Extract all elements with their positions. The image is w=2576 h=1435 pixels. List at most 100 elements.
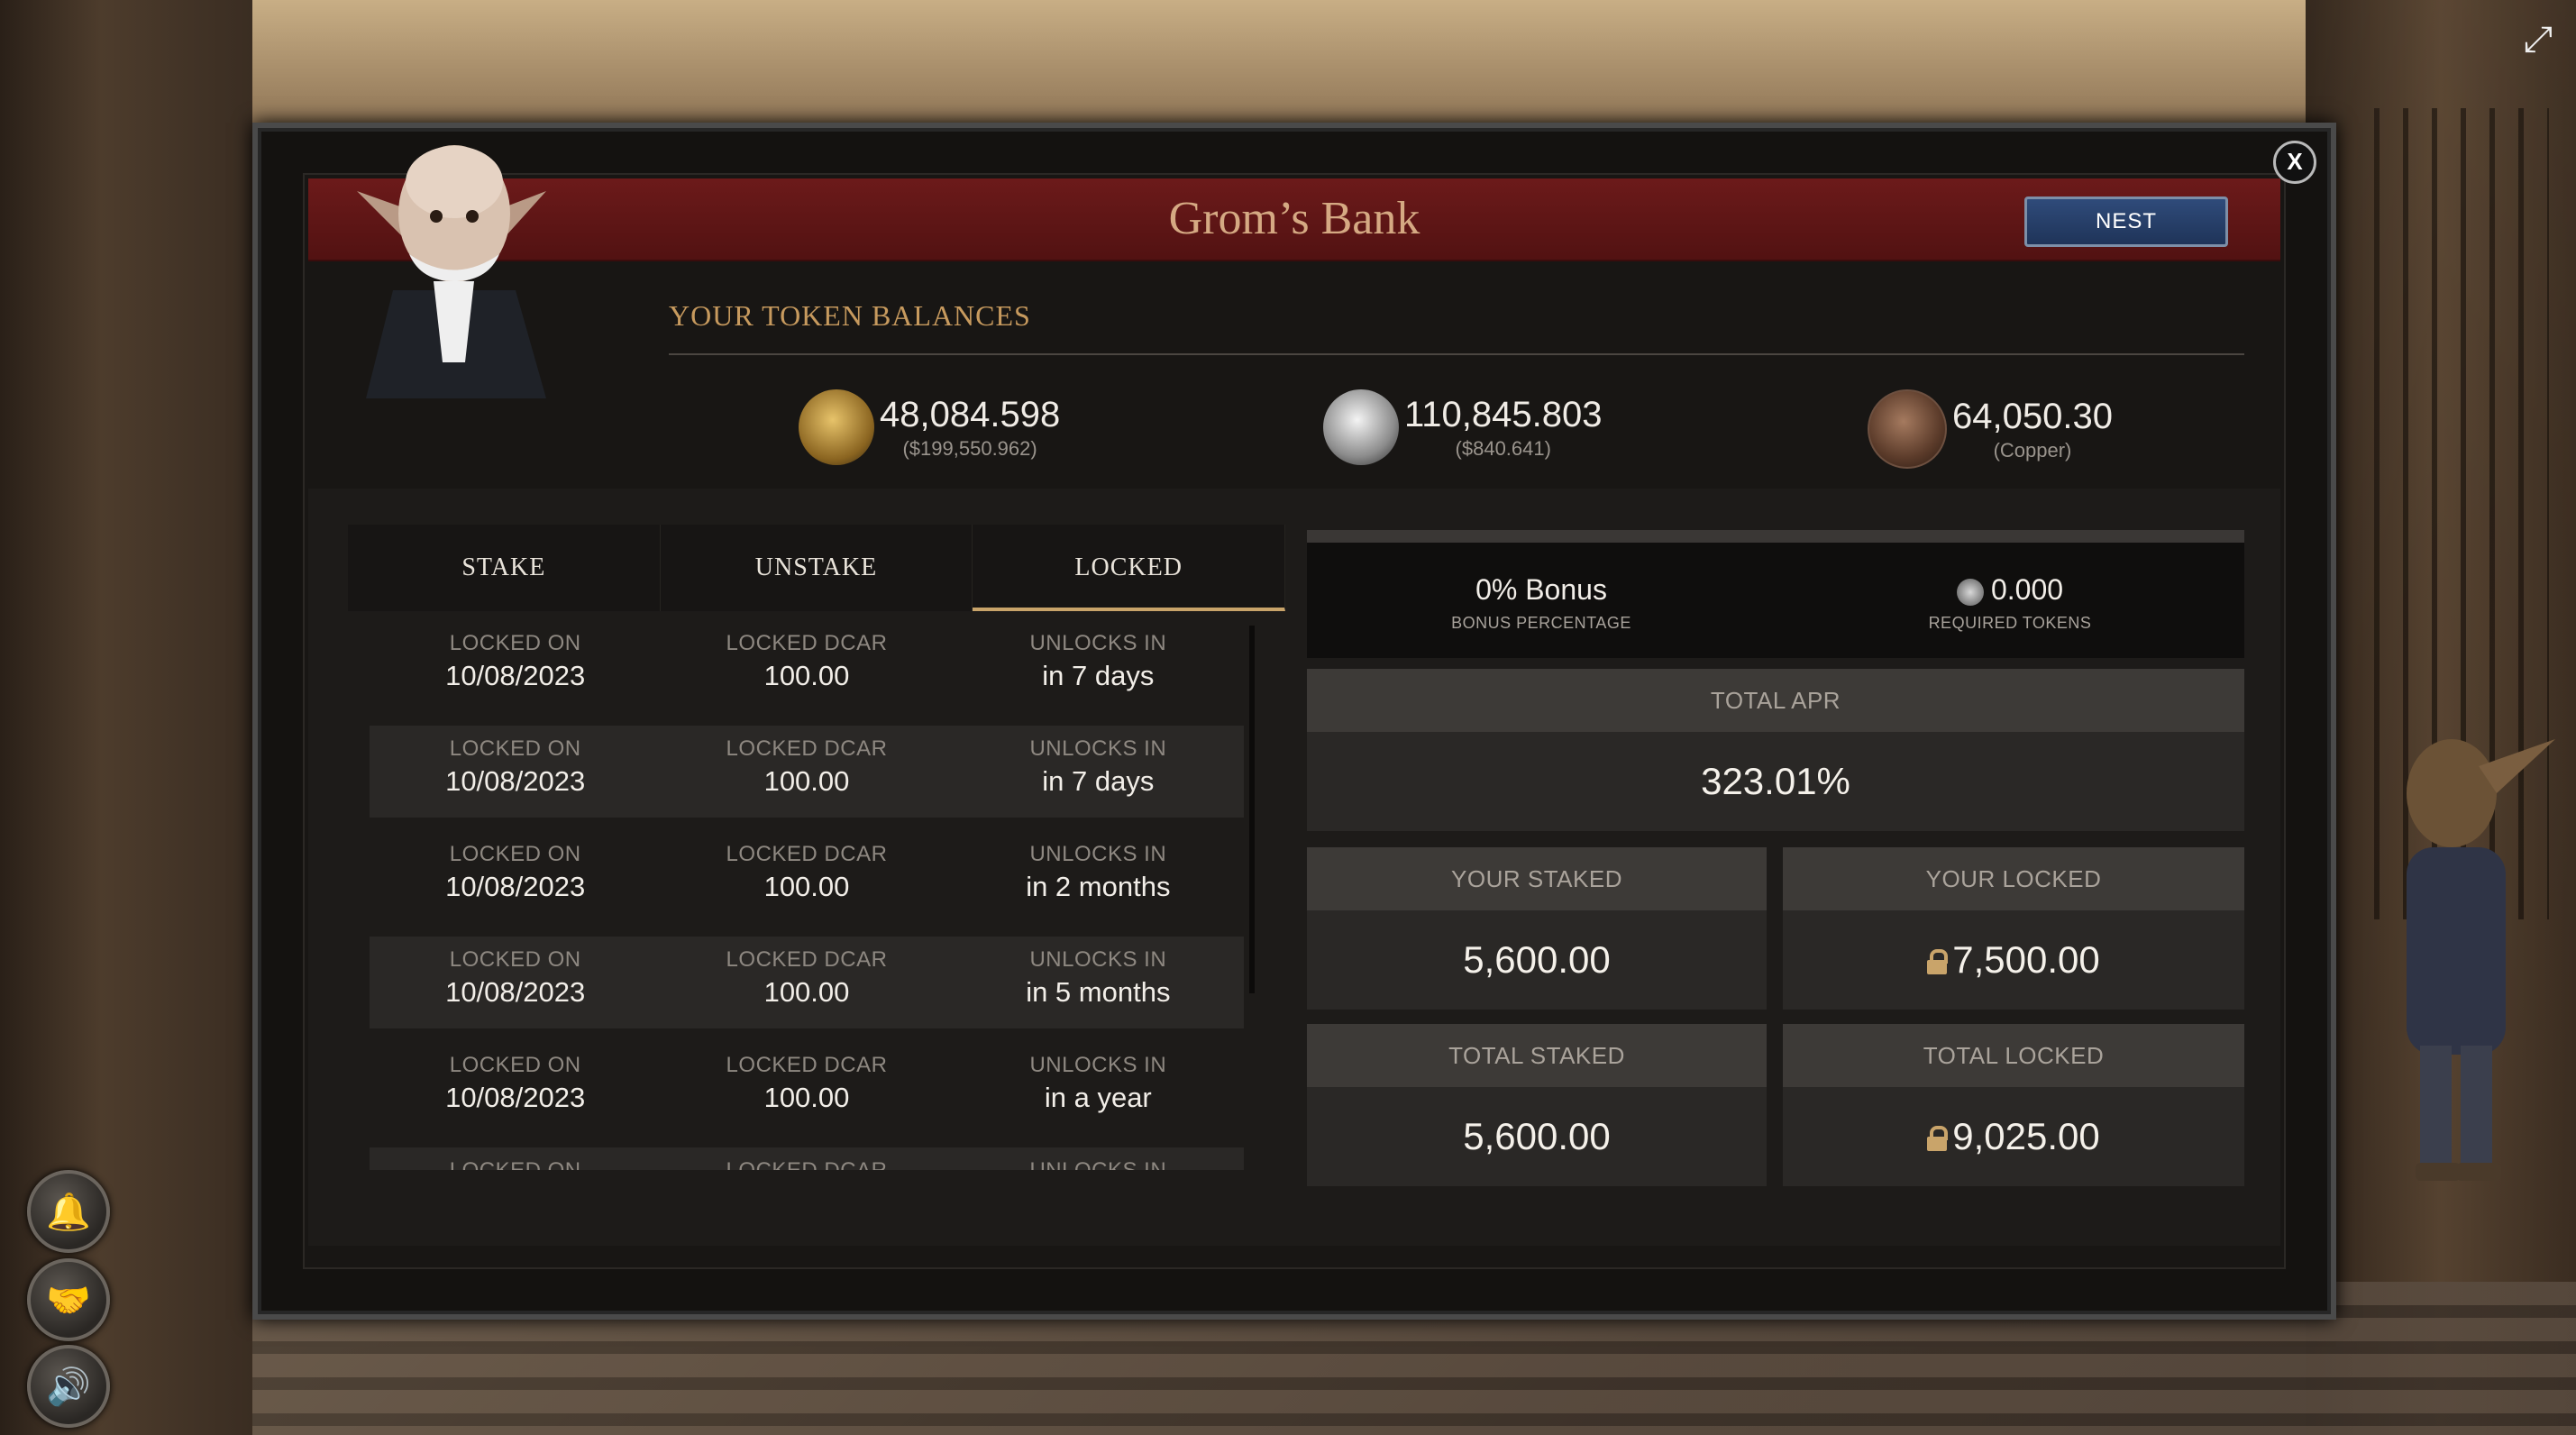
silver-dragon-token-icon: [1323, 389, 1399, 465]
locked-row: LOCKED ON 10/08/2023 LOCKED DCAR 100.00 UN…: [370, 726, 1244, 818]
speaker-icon: 🔊: [46, 1366, 91, 1407]
token-amount: 64,050.30: [1952, 396, 2113, 436]
locked-dcar-label: LOCKED DCAR: [726, 842, 888, 866]
divider: [669, 353, 2244, 355]
tab-locked[interactable]: LOCKED: [973, 525, 1286, 611]
nest-button[interactable]: NEST: [2024, 197, 2228, 247]
your-staked-label: YOUR STAKED: [1307, 847, 1767, 910]
locked-dcar-amount: 100.00: [763, 976, 850, 1008]
locked-dcar-amount: 100.00: [763, 1082, 850, 1113]
locked-list-scrollbar[interactable]: [1249, 626, 1255, 993]
sound-toggle-button[interactable]: 🔊: [27, 1345, 110, 1428]
copper-coin-icon: [1868, 389, 1947, 469]
handshake-icon: 🤝: [46, 1280, 91, 1321]
locked-on-label: LOCKED ON: [449, 631, 581, 655]
unlocks-in-value: in 7 days: [1042, 765, 1155, 797]
locked-dcar-label: LOCKED DCAR: [661, 1158, 952, 1170]
bonus-percentage-value: 0% Bonus: [1475, 573, 1607, 606]
locked-dcar-cell: LOCKED DCAR 100.00: [661, 620, 952, 712]
locked-dcar-label: LOCKED DCAR: [726, 947, 888, 972]
your-staked-card: YOUR STAKED 5,600.00: [1307, 847, 1767, 1010]
locked-on-label: LOCKED ON: [449, 1053, 581, 1077]
total-locked-card: TOTAL LOCKED 9,025.00: [1783, 1024, 2244, 1186]
locked-dcar-cell: LOCKED DCAR 100.00: [661, 937, 952, 1028]
locked-on-cell: LOCKED ON 10/08/2023: [370, 1042, 661, 1134]
window-title: Grom’s Bank: [1168, 193, 1420, 244]
unlocks-in-cell: UNLOCKS IN in 7 days: [953, 620, 1244, 712]
locked-on-label: LOCKED ON: [370, 1158, 661, 1170]
handshake-button[interactable]: 🤝: [27, 1258, 110, 1341]
locked-row: LOCKED ON LOCKED DCAR UNLOCKS IN: [370, 1147, 1244, 1170]
locked-on-label: LOCKED ON: [449, 842, 581, 866]
unlocks-in-cell: UNLOCKS IN in 7 days: [953, 726, 1244, 818]
total-locked-value: 9,025.00: [1952, 1115, 2100, 1157]
unlocks-in-label: UNLOCKS IN: [953, 1158, 1244, 1170]
unlocks-in-value: in 5 months: [1026, 976, 1171, 1008]
unlocks-in-label: UNLOCKS IN: [1029, 631, 1167, 655]
total-apr-label: TOTAL APR: [1307, 669, 2244, 732]
tab-stake[interactable]: STAKE: [348, 525, 661, 611]
locked-dcar-cell: LOCKED DCAR: [661, 1147, 952, 1170]
unlocks-in-value: in a year: [1044, 1082, 1152, 1113]
locked-on-label: LOCKED ON: [449, 736, 581, 761]
fullscreen-expand-icon[interactable]: ⤢: [2518, 20, 2558, 59]
total-apr-value: 323.01%: [1701, 760, 1850, 802]
unlocks-in-value: in 7 days: [1042, 660, 1155, 691]
locked-on-cell: LOCKED ON 10/08/2023: [370, 831, 661, 923]
token-balances-heading: YOUR TOKEN BALANCES: [669, 299, 1031, 332]
your-locked-value: 7,500.00: [1952, 938, 2100, 981]
token-usd-value: (Copper): [1993, 438, 2072, 462]
your-locked-card: YOUR LOCKED 7,500.00: [1783, 847, 2244, 1010]
locked-row: LOCKED ON 10/08/2023 LOCKED DCAR 100.00 UN…: [370, 937, 1244, 1028]
total-staked-label: TOTAL STAKED: [1307, 1024, 1767, 1087]
lock-icon: [1927, 949, 1949, 974]
silver-dragon-token-icon: [1956, 578, 1984, 606]
locked-dcar-amount: 100.00: [763, 871, 850, 902]
goblin-banker-figure: [2407, 739, 2555, 1181]
token-amount: 110,845.803: [1404, 394, 1603, 434]
required-tokens-label: REQUIRED TOKENS: [1928, 614, 2092, 632]
locked-dcar-amount: 100.00: [763, 765, 850, 797]
close-button[interactable]: X: [2273, 141, 2316, 184]
locked-dcar-cell: LOCKED DCAR 100.00: [661, 726, 952, 818]
locked-on-cell: LOCKED ON 10/08/2023: [370, 937, 661, 1028]
unlocks-in-cell: UNLOCKS IN in 2 months: [953, 831, 1244, 923]
unlocks-in-value: in 2 months: [1026, 871, 1171, 902]
locked-on-cell: LOCKED ON: [370, 1147, 661, 1170]
locked-on-cell: LOCKED ON 10/08/2023: [370, 726, 661, 818]
notifications-bell-button[interactable]: 🔔: [27, 1170, 110, 1253]
locked-row: LOCKED ON 10/08/2023 LOCKED DCAR 100.00 UN…: [370, 620, 1244, 712]
unlocks-in-label: UNLOCKS IN: [1029, 842, 1167, 866]
unlocks-in-cell: UNLOCKS IN in 5 months: [953, 937, 1244, 1028]
locked-on-cell: LOCKED ON 10/08/2023: [370, 620, 661, 712]
unlocks-in-cell: UNLOCKS IN: [953, 1147, 1244, 1170]
grom-portrait: [357, 145, 546, 398]
token-balance-dcar: 48,084.598 ($199,550.962): [799, 389, 1060, 465]
locked-on-date: 10/08/2023: [445, 871, 586, 902]
token-balance-silver: 110,845.803 ($840.641): [1323, 389, 1602, 465]
background-railing: [2306, 0, 2576, 1435]
token-amount: 48,084.598: [880, 394, 1061, 434]
total-staked-card: TOTAL STAKED 5,600.00: [1307, 1024, 1767, 1186]
locked-on-label: LOCKED ON: [449, 947, 581, 972]
locked-on-date: 10/08/2023: [445, 1082, 586, 1113]
token-usd-value: ($840.641): [1455, 436, 1551, 460]
locked-dcar-label: LOCKED DCAR: [726, 631, 888, 655]
gold-dragon-token-icon: [799, 389, 874, 465]
locked-row: LOCKED ON 10/08/2023 LOCKED DCAR 100.00 UN…: [370, 831, 1244, 923]
locked-dcar-cell: LOCKED DCAR 100.00: [661, 1042, 952, 1134]
required-tokens-value: 0.000: [1990, 573, 2064, 606]
locked-dcar-label: LOCKED DCAR: [726, 1053, 888, 1077]
your-locked-label: YOUR LOCKED: [1783, 847, 2244, 910]
unlocks-in-label: UNLOCKS IN: [1029, 1053, 1167, 1077]
your-staked-value: 5,600.00: [1463, 938, 1611, 981]
bank-window: Grom’s Bank NEST X YOUR TOKEN BALANCES 4…: [252, 123, 2336, 1320]
locked-dcar-cell: LOCKED DCAR 100.00: [661, 831, 952, 923]
locked-list[interactable]: LOCKED ON 10/08/2023 LOCKED DCAR 100.00 UN…: [370, 620, 1244, 1170]
total-locked-label: TOTAL LOCKED: [1783, 1024, 2244, 1087]
tab-unstake[interactable]: UNSTAKE: [661, 525, 973, 611]
bank-tabs: STAKE UNSTAKE LOCKED: [348, 525, 1286, 611]
title-bar: Grom’s Bank: [308, 178, 2280, 261]
locked-row: LOCKED ON 10/08/2023 LOCKED DCAR 100.00 UN…: [370, 1042, 1244, 1134]
lock-icon: [1927, 1126, 1949, 1151]
